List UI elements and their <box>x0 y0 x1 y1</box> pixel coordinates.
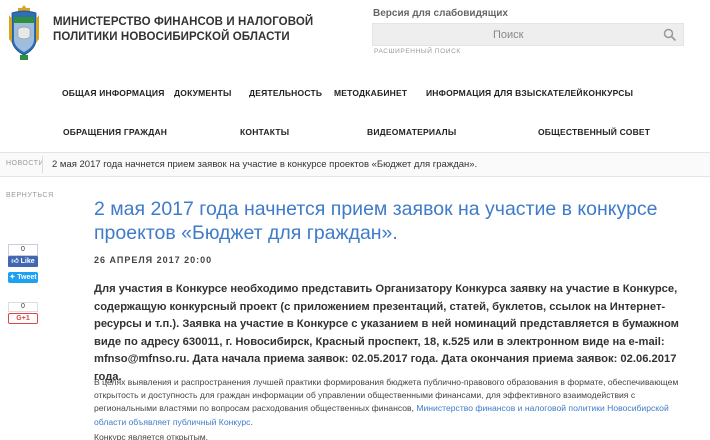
coat-of-arms-logo[interactable] <box>8 3 40 61</box>
article-body: В целях выявления и распространения лучш… <box>94 376 694 429</box>
article-lead: Для участия в Конкурсе необходимо предст… <box>94 283 679 383</box>
search-box <box>372 23 684 46</box>
nav-citizen-appeals[interactable]: ОБРАЩЕНИЯ ГРАЖДАН <box>63 127 167 137</box>
nav-documents[interactable]: ДОКУМЕНТЫ <box>174 88 232 98</box>
nav-creditors-info[interactable]: ИНФОРМАЦИЯ ДЛЯ ВЗЫСКАТЕЛЕЙ <box>426 88 583 98</box>
search-input[interactable] <box>373 24 663 45</box>
google-plus-button[interactable]: G+1 <box>8 313 38 324</box>
site-header: МИНИСТЕРСТВО ФИНАНСОВ И НАЛОГОВОЙ ПОЛИТИ… <box>0 0 710 70</box>
accessibility-version-link[interactable]: Версия для слабовидящих <box>373 8 508 19</box>
twitter-bird-icon: ✦ <box>9 274 16 281</box>
nav-general-info[interactable]: ОБЩАЯ ИНФОРМАЦИЯ <box>62 88 165 98</box>
nav-contacts[interactable]: КОНТАКТЫ <box>240 127 289 137</box>
main-nav: ОБЩАЯ ИНФОРМАЦИЯ ДОКУМЕНТЫ ДЕЯТЕЛЬНОСТЬ … <box>0 72 710 152</box>
article-body-open: Конкурс является открытым. <box>94 432 209 440</box>
breadcrumb-current: 2 мая 2017 года начнется прием заявок на… <box>52 159 478 170</box>
article-date: 26 АПРЕЛЯ 2017 20:00 <box>94 255 213 265</box>
article-title: 2 мая 2017 года начнется прием заявок на… <box>94 198 658 244</box>
breadcrumb: НОВОСТИ 2 мая 2017 года начнется прием з… <box>0 152 710 177</box>
facebook-like-label: Like <box>20 258 35 265</box>
breadcrumb-news[interactable]: НОВОСТИ <box>6 160 44 167</box>
org-name[interactable]: МИНИСТЕРСТВО ФИНАНСОВ И НАЛОГОВОЙ ПОЛИТИ… <box>53 15 333 45</box>
tweet-button[interactable]: ✦ Tweet <box>8 272 38 283</box>
back-link[interactable]: ВЕРНУТЬСЯ <box>6 192 54 199</box>
advanced-search-link[interactable]: РАСШИРЕННЫЙ ПОИСК <box>374 48 461 55</box>
google-plus-count: 0 <box>8 302 38 312</box>
breadcrumb-separator <box>42 156 43 173</box>
nav-public-council[interactable]: ОБЩЕСТВЕННЫЙ СОВЕТ <box>538 127 650 137</box>
nav-activity[interactable]: ДЕЯТЕЛЬНОСТЬ <box>249 88 322 98</box>
nav-videos[interactable]: ВИДЕОМАТЕРИАЛЫ <box>367 127 456 137</box>
thumbs-up-icon: 👍︎ <box>11 258 19 265</box>
search-icon[interactable] <box>663 28 677 42</box>
facebook-like-count: 0 <box>8 244 38 256</box>
facebook-like-button[interactable]: 👍︎ Like <box>8 256 38 267</box>
nav-contests[interactable]: КОНКУРСЫ <box>583 88 633 98</box>
tweet-label: Tweet <box>17 274 37 281</box>
article-body-end: . <box>250 416 253 427</box>
nav-methodology[interactable]: МЕТОДКАБИНЕТ <box>334 88 407 98</box>
